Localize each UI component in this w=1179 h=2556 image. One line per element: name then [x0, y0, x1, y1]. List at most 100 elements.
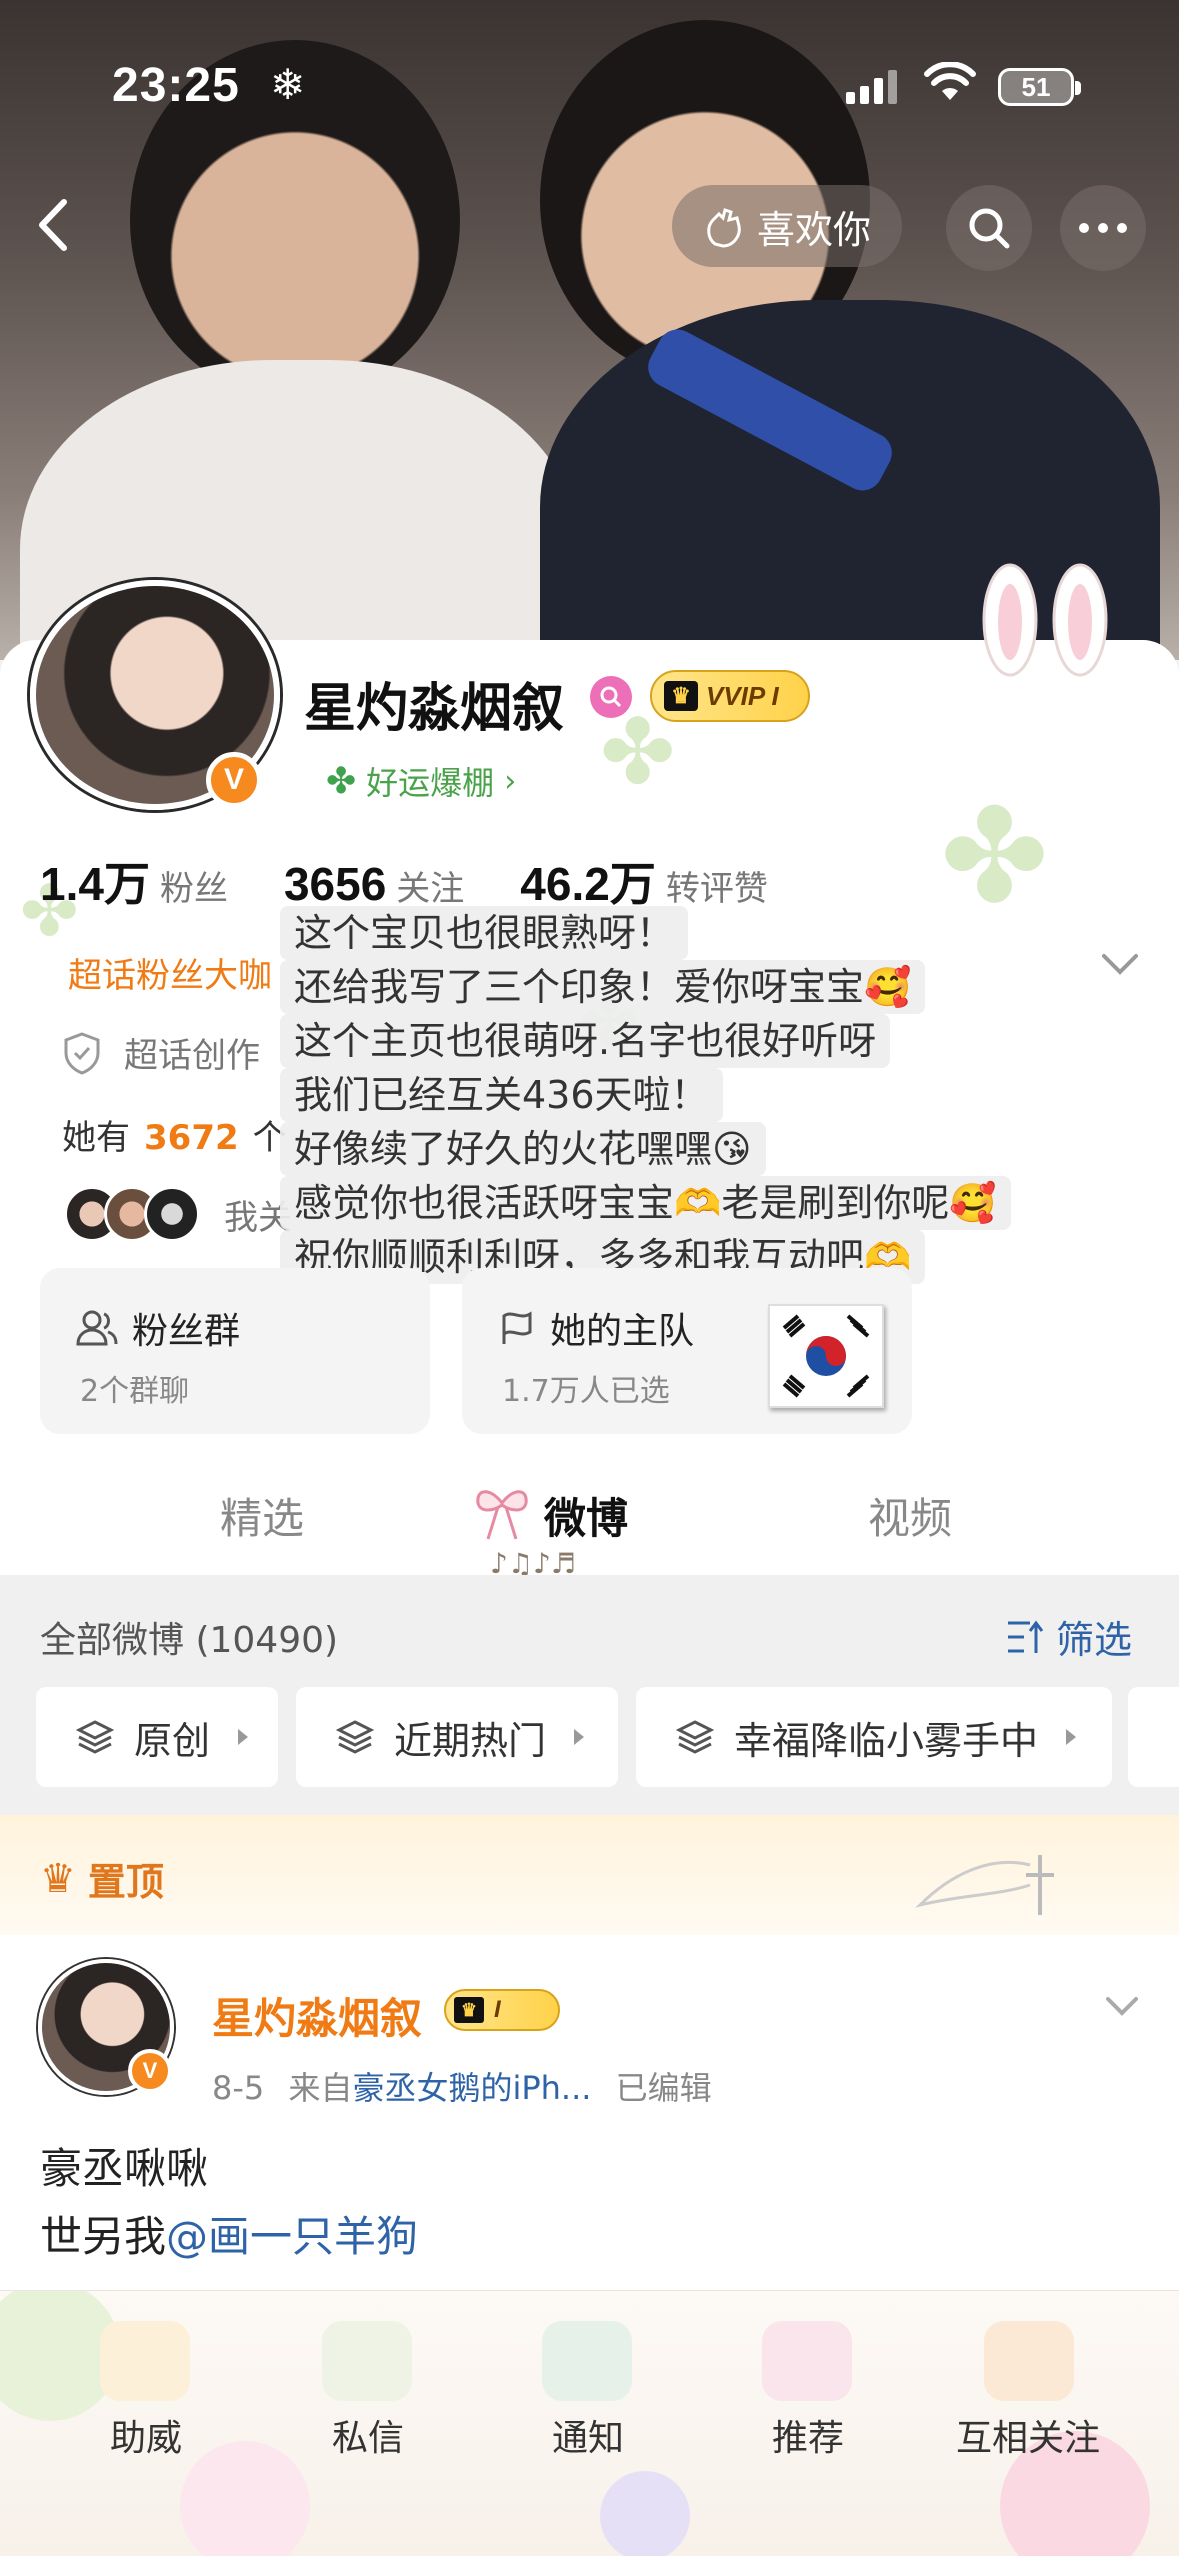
vvip-label: VVIP I — [706, 680, 779, 711]
hand-heart-icon — [707, 208, 741, 248]
all-weibo-count: 全部微博 (10490) — [40, 1620, 339, 1661]
chip-label: 幸福降临小雾手中 — [734, 1718, 1039, 1763]
chip-label: 原创 — [134, 1718, 211, 1763]
bow-icon — [476, 1490, 528, 1540]
post-mention[interactable]: @画一只羊狗 — [166, 2212, 418, 2261]
post-author[interactable]: 星灼淼烟叙 — [212, 1985, 422, 2046]
snowflake-icon: ❄ — [270, 60, 306, 109]
comment-overlay: 这个宝贝也很眼熟呀！ 还给我写了三个印象！爱你呀宝宝🥰 这个主页也很萌呀.名字也… — [280, 906, 1160, 1286]
mutual-follow-button[interactable]: 互相关注 — [938, 2409, 1118, 2461]
search-badge-icon[interactable] — [590, 676, 632, 718]
super-fan-link[interactable]: 超话粉丝大咖 — [68, 948, 272, 997]
message-button[interactable]: 私信 — [278, 2409, 458, 2461]
shield-icon — [64, 1031, 100, 1075]
comment-line: 还给我写了三个印象！爱你呀宝宝🥰 — [280, 960, 926, 1014]
post-edited: 已编辑 — [615, 2069, 712, 2107]
tab-weibo[interactable]: 微博 — [544, 1485, 628, 1546]
notification-button[interactable]: 通知 — [498, 2409, 678, 2461]
post-from-prefix: 来自 — [288, 2069, 353, 2107]
layers-icon — [336, 1720, 374, 1754]
stat-following-label: 关注 — [396, 869, 465, 909]
main-team-tile[interactable]: 她的主队 1.7万人已选 — [462, 1268, 912, 1434]
chevron-right-icon: › — [504, 763, 517, 799]
pinned-label-row: ♛ 置顶 — [40, 1851, 164, 1906]
stat-fans-label: 粉丝 — [159, 869, 228, 909]
mutual-follow-icon — [984, 2321, 1074, 2401]
fan-group-label: 粉丝群 — [132, 1311, 241, 1352]
pinned-header: ♛ 置顶 — [0, 1815, 1179, 1935]
recommend-button[interactable]: 推荐 — [718, 2409, 898, 2461]
like-button[interactable]: 喜欢你 — [672, 185, 902, 267]
stat-following[interactable]: 3656 关注 — [284, 857, 464, 911]
filter-button[interactable]: 筛选 — [1006, 1609, 1132, 1664]
triangle-right-icon — [574, 1729, 585, 1745]
luck-label: 好运爆棚 — [366, 764, 495, 802]
verified-badge-icon: V — [206, 752, 262, 808]
post-meta: 8-5 来自豪丞女鹅的iPh... 已编辑 — [212, 2063, 712, 2109]
chip-recent-hot[interactable]: 近期热门 — [296, 1687, 618, 1787]
recommend-icon — [762, 2321, 852, 2401]
mutual-follow-row[interactable]: 我关 — [64, 1186, 292, 1242]
stat-fans-value: 1.4万 — [40, 858, 150, 910]
post-source[interactable]: 豪丞女鹅的iPh... — [352, 2069, 591, 2107]
pinned-label: 置顶 — [87, 1860, 164, 1904]
crown-icon: ♛ — [40, 1855, 76, 1902]
chip-collection[interactable]: 幸福降临小雾手中 — [636, 1687, 1112, 1787]
weibo-list-header: 全部微博 (10490) 筛选 原创 近期热门 幸福降临小雾手中 — [0, 1575, 1179, 1815]
filter-icon — [1008, 1620, 1044, 1653]
bottom-action-bar: 助威 私信 通知 推荐 互相关注 — [0, 2290, 1179, 2556]
post-line-2-prefix: 世另我 — [40, 2212, 167, 2261]
flower-decoration — [600, 2471, 690, 2556]
profile-name: 星灼淼烟叙 — [304, 679, 565, 739]
cheer-button[interactable]: 助威 — [56, 2409, 236, 2461]
profile-stats: 1.4万 粉丝 3656 关注 46.2万 转评赞 — [40, 848, 824, 914]
fan-group-title: 粉丝群 — [76, 1302, 240, 1354]
post-line-2: 世另我@画一只羊狗 — [40, 2203, 418, 2264]
like-label: 喜欢你 — [756, 207, 871, 252]
more-button[interactable] — [1060, 185, 1146, 271]
fan-group-sub: 2个群聊 — [80, 1374, 190, 1409]
crown-icon: ♛ — [454, 1997, 484, 2023]
main-team-label: 她的主队 — [550, 1311, 695, 1352]
luck-status[interactable]: ✤ 好运爆棚 › — [326, 758, 516, 804]
she-has-line: 她有 3672 个 — [62, 1110, 287, 1159]
crown-icon: ♛ — [664, 681, 698, 711]
comment-line: 这个宝贝也很眼熟呀！ — [280, 906, 689, 960]
chip-label: 近期热门 — [394, 1718, 547, 1763]
tab-featured[interactable]: 精选 — [220, 1485, 304, 1546]
filter-label: 筛选 — [1056, 1618, 1133, 1662]
search-button[interactable] — [946, 185, 1032, 271]
chip-original[interactable]: 原创 — [36, 1687, 278, 1787]
stat-reposts-label: 转评赞 — [665, 869, 768, 909]
vvip-badge[interactable]: ♛ VVIP I — [650, 670, 810, 722]
tab-video[interactable]: 视频 — [868, 1485, 952, 1546]
post-vip-badge[interactable]: ♛ I — [444, 1989, 560, 2031]
pinned-post[interactable]: V 星灼淼烟叙 ♛ I 8-5 来自豪丞女鹅的iPh... 已编辑 豪丞啾啾 世… — [0, 1935, 1179, 2335]
creator-label: 超话创作 — [124, 1036, 260, 1076]
post-vip-label: I — [494, 1996, 501, 2023]
back-button[interactable] — [20, 190, 90, 260]
group-icon — [76, 1310, 118, 1346]
more-dots-icon — [1079, 223, 1127, 233]
stat-fans[interactable]: 1.4万 粉丝 — [40, 848, 228, 914]
comment-line: 我们已经互关436天啦！ — [280, 1068, 723, 1122]
notification-icon — [542, 2321, 632, 2401]
fan-group-tile[interactable]: 粉丝群 2个群聊 — [40, 1268, 430, 1434]
message-icon — [322, 2321, 412, 2401]
post-date: 8-5 — [212, 2069, 265, 2107]
chevron-down-icon[interactable] — [1104, 1995, 1140, 2019]
wing-decoration — [915, 1855, 1054, 1915]
stat-following-value: 3656 — [283, 858, 387, 910]
avatar — [144, 1186, 200, 1242]
status-bar: 23:25 ❄ 51 — [0, 52, 1179, 122]
creator-info[interactable]: 超话创作 — [62, 1028, 260, 1077]
cheer-icon — [100, 2321, 190, 2401]
comment-line: 好像续了好久的火花嘿嘿😘 — [280, 1122, 766, 1176]
chevron-left-icon — [39, 199, 67, 251]
chip-more[interactable] — [1128, 1687, 1179, 1787]
comment-line: 感觉你也很活跃呀宝宝🫶老是刷到你呢🥰 — [280, 1176, 1011, 1230]
triangle-right-icon — [1066, 1729, 1077, 1745]
post-line-1: 豪丞啾啾 — [40, 2144, 209, 2193]
search-icon — [969, 208, 1010, 249]
stat-reposts[interactable]: 46.2万 转评赞 — [520, 848, 768, 914]
